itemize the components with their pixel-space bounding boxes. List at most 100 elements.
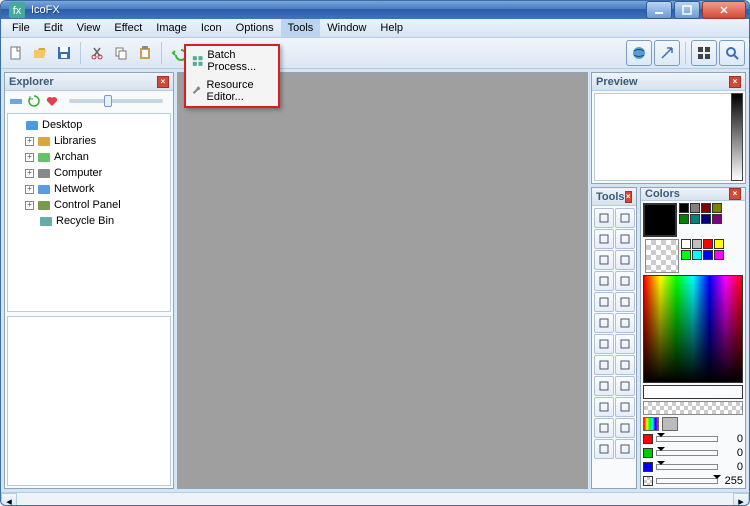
canvas-area[interactable]	[177, 72, 588, 489]
drive-icon[interactable]	[9, 94, 23, 108]
menu-view[interactable]: View	[70, 19, 108, 37]
tool-rectf[interactable]	[615, 292, 635, 312]
tools-close-icon[interactable]: ×	[625, 191, 632, 203]
maximize-button[interactable]	[674, 1, 700, 19]
tool-select[interactable]	[594, 208, 614, 228]
menu-window[interactable]: Window	[320, 19, 373, 37]
tool-flip-v[interactable]	[615, 439, 635, 459]
swatch[interactable]	[703, 239, 713, 249]
expand-icon[interactable]: +	[25, 153, 34, 162]
menu-file[interactable]: File	[5, 19, 37, 37]
tool-line[interactable]	[594, 334, 614, 354]
scroll-left-button[interactable]: ◂	[1, 493, 17, 506]
foreground-swatch[interactable]	[643, 203, 677, 237]
menu-options[interactable]: Options	[229, 19, 281, 37]
swatch[interactable]	[681, 239, 691, 249]
green-slider[interactable]	[656, 450, 718, 456]
alpha-picker[interactable]	[643, 401, 743, 415]
tool-crop[interactable]	[615, 208, 635, 228]
gray-icon[interactable]	[662, 417, 678, 431]
tree-item[interactable]: +Archan	[11, 149, 167, 165]
menu-edit[interactable]: Edit	[37, 19, 70, 37]
tool-grid[interactable]	[691, 40, 717, 66]
tool-bucket[interactable]	[615, 250, 635, 270]
menu-effect[interactable]: Effect	[107, 19, 149, 37]
heart-icon[interactable]	[45, 94, 59, 108]
swatch[interactable]	[690, 203, 700, 213]
expand-icon[interactable]: +	[25, 137, 34, 146]
tool-eraser[interactable]	[615, 334, 635, 354]
preview-close-icon[interactable]: ×	[729, 76, 741, 88]
tree-item[interactable]: +Control Panel	[11, 197, 167, 213]
tool-zoom[interactable]	[719, 40, 745, 66]
tree-item[interactable]: +Libraries	[11, 133, 167, 149]
tree-item[interactable]: Recycle Bin	[11, 213, 167, 229]
swatch[interactable]	[679, 203, 689, 213]
save-button[interactable]	[53, 42, 75, 64]
titlebar[interactable]: fx IcoFX	[1, 1, 749, 19]
explorer-close-icon[interactable]: ×	[157, 76, 169, 88]
blue-slider[interactable]	[656, 464, 718, 470]
alpha-slider[interactable]	[656, 478, 718, 484]
tool-wand[interactable]	[594, 250, 614, 270]
swatch[interactable]	[712, 203, 722, 213]
lightness-picker[interactable]	[643, 385, 743, 399]
swatch[interactable]	[681, 250, 691, 260]
colors-close-icon[interactable]: ×	[729, 188, 741, 200]
menu-image[interactable]: Image	[149, 19, 194, 37]
tool-arrow[interactable]	[654, 40, 680, 66]
menu-help[interactable]: Help	[373, 19, 410, 37]
tool-rot-r[interactable]	[615, 418, 635, 438]
expand-icon[interactable]: +	[25, 201, 34, 210]
menu-batch-process[interactable]: Batch Process...	[186, 46, 278, 76]
tool-drop[interactable]	[615, 376, 635, 396]
expand-icon[interactable]: +	[25, 169, 34, 178]
tool-zoom[interactable]	[615, 355, 635, 375]
tool-ellipse[interactable]	[594, 313, 614, 333]
swatch[interactable]	[701, 203, 711, 213]
color-picker[interactable]	[643, 275, 743, 383]
tool-brush[interactable]	[615, 271, 635, 291]
copy-button[interactable]	[110, 42, 132, 64]
cut-button[interactable]	[86, 42, 108, 64]
tool-flip-h[interactable]	[594, 439, 614, 459]
tool-ellipsef[interactable]	[615, 313, 635, 333]
menu-resource-editor[interactable]: Resource Editor...	[186, 76, 278, 106]
open-button[interactable]	[29, 42, 51, 64]
tool-rot-l[interactable]	[594, 418, 614, 438]
close-button[interactable]	[702, 1, 746, 19]
swatch[interactable]	[692, 250, 702, 260]
swatch[interactable]	[690, 214, 700, 224]
expand-icon[interactable]: +	[25, 185, 34, 194]
tool-grad1[interactable]	[594, 397, 614, 417]
swatch[interactable]	[692, 239, 702, 249]
explorer-tree[interactable]: Desktop+Libraries+Archan+Computer+Networ…	[7, 113, 171, 312]
swatch[interactable]	[679, 214, 689, 224]
minimize-button[interactable]	[646, 1, 672, 19]
tree-item[interactable]: +Computer	[11, 165, 167, 181]
swatch[interactable]	[714, 250, 724, 260]
bg-swatch[interactable]	[645, 239, 679, 273]
tree-item[interactable]: Desktop	[11, 117, 167, 133]
horizontal-scrollbar[interactable]: ◂ ▸	[1, 492, 749, 506]
swatch[interactable]	[714, 239, 724, 249]
tool-grad2[interactable]	[615, 397, 635, 417]
paste-button[interactable]	[134, 42, 156, 64]
swatch[interactable]	[703, 250, 713, 260]
menu-tools[interactable]: Tools	[281, 19, 321, 37]
tool-world[interactable]	[626, 40, 652, 66]
tool-pencil[interactable]	[594, 271, 614, 291]
value-gradient[interactable]	[731, 93, 743, 181]
new-button[interactable]	[5, 42, 27, 64]
swatch[interactable]	[712, 214, 722, 224]
tool-hand[interactable]	[594, 355, 614, 375]
palette-icon[interactable]	[643, 417, 659, 431]
menu-icon[interactable]: Icon	[194, 19, 229, 37]
tree-item[interactable]: +Network	[11, 181, 167, 197]
tool-light[interactable]	[594, 376, 614, 396]
tool-move[interactable]	[615, 229, 635, 249]
explorer-zoom-slider[interactable]	[69, 99, 163, 103]
tool-text[interactable]	[594, 229, 614, 249]
tool-rect[interactable]	[594, 292, 614, 312]
swatch[interactable]	[701, 214, 711, 224]
